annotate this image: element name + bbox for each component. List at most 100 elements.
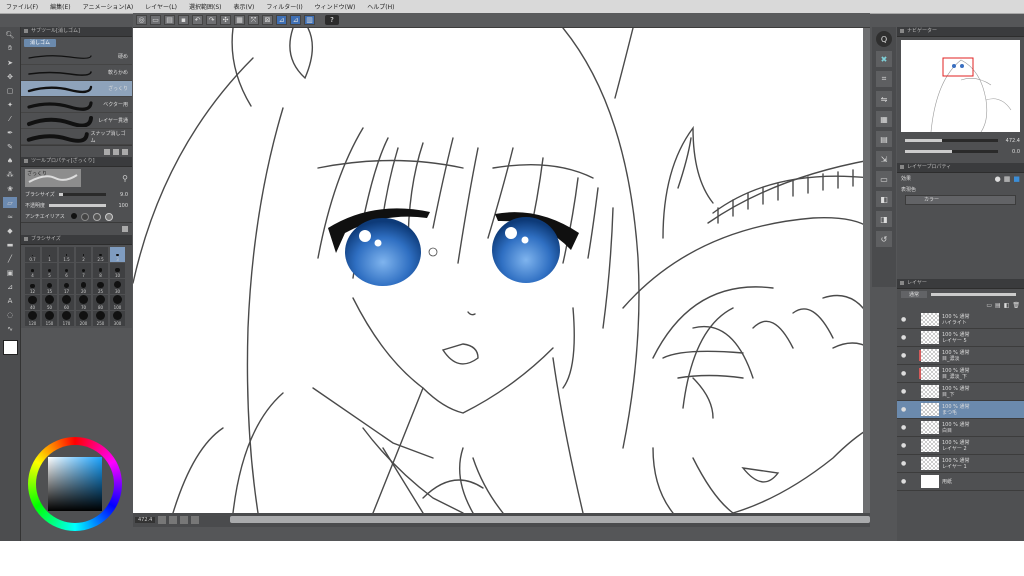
brush-size-cell[interactable]: 15 [42, 279, 57, 294]
zoom-readout[interactable]: 472.4 [135, 517, 156, 523]
correct-line-icon[interactable]: ∿ [3, 323, 17, 334]
subtool-settings-icon[interactable] [104, 148, 110, 155]
brush-size-cell[interactable]: 200 [76, 311, 91, 326]
delete-layer-icon[interactable]: 🗑︎ [1012, 302, 1020, 309]
menu-item[interactable]: レイヤー(L) [145, 2, 177, 11]
antialias-medium-icon[interactable] [92, 212, 101, 221]
decoration-icon[interactable]: ❀ [3, 183, 17, 194]
color-saturation-square[interactable] [48, 457, 102, 511]
menu-item[interactable]: 選択範囲(S) [189, 2, 222, 11]
brush-size-cell[interactable]: 6 [59, 263, 74, 278]
copy-subtool-icon[interactable] [113, 148, 119, 155]
brush-size-cell[interactable]: 40 [25, 295, 40, 310]
menu-item[interactable]: ファイル(F) [6, 2, 38, 11]
brush-size-cell[interactable]: 300 [110, 311, 125, 326]
antialias-strong-icon[interactable] [104, 212, 113, 221]
brush-size-cell[interactable]: 100 [110, 295, 125, 310]
brush-size-cell[interactable]: 70 [76, 295, 91, 310]
opacity-value[interactable]: 100 [110, 203, 128, 209]
eye-icon[interactable]: ● [901, 442, 909, 449]
brush-icon[interactable]: ♠ [3, 155, 17, 166]
brush-size-cell[interactable]: 17 [59, 279, 74, 294]
brush-size-cell[interactable]: 10 [110, 263, 125, 278]
brush-size-cell[interactable]: 2.5 [93, 247, 108, 262]
layer-color-icon[interactable]: ■ [1013, 175, 1020, 183]
main-color-swatch[interactable] [3, 340, 18, 355]
brush-size-cell[interactable]: 1.5 [59, 247, 74, 262]
zoom-in-icon[interactable] [169, 516, 178, 524]
eye-icon[interactable]: ● [901, 352, 909, 359]
companion-icon[interactable]: ◎ [136, 15, 147, 25]
layer-row[interactable]: ● 100 % 通常 レイヤー 5 [897, 329, 1024, 347]
history-icon[interactable]: ↺ [876, 231, 892, 247]
auto-select-icon[interactable]: ✦ [3, 99, 17, 110]
layer-row[interactable]: ● 100 % 通常 ハイライト [897, 311, 1024, 329]
layer-row[interactable]: ● 100 % 通常 レイヤー 1 [897, 455, 1024, 473]
menu-item[interactable]: ウィンドウ(W) [315, 2, 356, 11]
new-folder-icon[interactable]: ▤ [995, 302, 1001, 309]
help-button[interactable]: ? [325, 15, 339, 25]
menu-item[interactable]: フィルター(I) [266, 2, 302, 11]
zoom-tool-icon[interactable]: 🔍︎ [3, 29, 17, 40]
brush-size-cell[interactable]: 2 [76, 247, 91, 262]
brush-size-cell[interactable]: 1 [42, 247, 57, 262]
snap-special-ruler-button[interactable]: ⊿ [290, 15, 301, 25]
layer-row[interactable]: ● 100 % 通常 目_濃淡_下 [897, 365, 1024, 383]
antialias-weak-icon[interactable] [80, 212, 89, 221]
brush-size-cell[interactable]: 3 [110, 247, 125, 262]
clear-button[interactable]: ✣ [220, 15, 231, 25]
selection-icon[interactable]: ▢ [3, 85, 17, 96]
blend-icon[interactable]: ≈ [3, 211, 17, 222]
move-layer-icon[interactable]: ✥ [3, 71, 17, 82]
subtool-item[interactable]: 軟らかめ [21, 65, 132, 81]
frame-icon[interactable]: ▣ [3, 267, 17, 278]
preview-icon[interactable]: ◨ [876, 211, 892, 227]
search-icon[interactable]: ⚲ [122, 174, 128, 183]
folder-icon[interactable]: ▭ [876, 171, 892, 187]
eye-icon[interactable]: ● [901, 370, 909, 377]
snap-ruler-button[interactable]: ⊿ [276, 15, 287, 25]
brush-size-cell[interactable]: 30 [110, 279, 125, 294]
cancel-icon[interactable]: ✖ [876, 51, 892, 67]
menu-item[interactable]: ヘルプ(H) [367, 2, 394, 11]
layer-row[interactable]: ● 100 % 通常 まつ毛 [897, 401, 1024, 419]
delete-subtool-icon[interactable] [122, 148, 128, 155]
brush-size-cell[interactable]: 120 [25, 311, 40, 326]
brush-size-value[interactable]: 9.0 [110, 192, 128, 198]
brush-size-cell[interactable]: 250 [93, 311, 108, 326]
material-icon[interactable]: ◧ [876, 191, 892, 207]
border-effect-icon[interactable]: ● [995, 175, 1001, 183]
fill-button[interactable]: ▦ [234, 15, 245, 25]
brush-size-slider[interactable] [58, 193, 106, 196]
tone-effect-icon[interactable]: ▦ [1004, 175, 1011, 183]
navigator-zoom-slider[interactable] [905, 139, 998, 142]
brush-size-cell[interactable]: 12 [25, 279, 40, 294]
subtool-item[interactable]: スナップ消しゴム [21, 129, 132, 145]
brush-size-cell[interactable]: 25 [93, 279, 108, 294]
layer-row[interactable]: ● 100 % 通常 レイヤー 2 [897, 437, 1024, 455]
brush-size-cell[interactable]: 20 [76, 279, 91, 294]
figure-icon[interactable]: ╱ [3, 253, 17, 264]
eye-icon[interactable]: ● [901, 388, 909, 395]
blend-mode-select[interactable]: 通常 [901, 291, 928, 298]
operation-tool-icon[interactable]: ➤ [3, 57, 17, 68]
brush-size-cell[interactable]: 170 [59, 311, 74, 326]
brush-size-cell[interactable]: 60 [59, 295, 74, 310]
brush-size-cell[interactable]: 50 [42, 295, 57, 310]
subtool-item[interactable]: ざっくり [21, 81, 132, 97]
canvas-horizontal-scrollbar[interactable] [230, 516, 870, 523]
pen-icon[interactable]: ✒ [3, 127, 17, 138]
gradient-icon[interactable]: ▬ [3, 239, 17, 250]
save-button[interactable]: ▪ [178, 15, 189, 25]
layer-row[interactable]: ● 100 % 通常 目_濃淡 [897, 347, 1024, 365]
eye-icon[interactable]: ● [901, 334, 909, 341]
eraser-icon[interactable]: ▱ [3, 197, 17, 208]
brush-size-cell[interactable]: 150 [42, 311, 57, 326]
layer-move-icon[interactable]: ⇲ [876, 151, 892, 167]
menu-item[interactable]: 編集(E) [50, 2, 70, 11]
redo-button[interactable]: ↷ [206, 15, 217, 25]
opacity-slider[interactable] [49, 204, 106, 207]
layer-row[interactable]: ● 100 % 通常 目_下 [897, 383, 1024, 401]
navigator-angle-slider[interactable] [905, 150, 998, 153]
new-layer-icon[interactable]: ▭ [986, 302, 992, 309]
